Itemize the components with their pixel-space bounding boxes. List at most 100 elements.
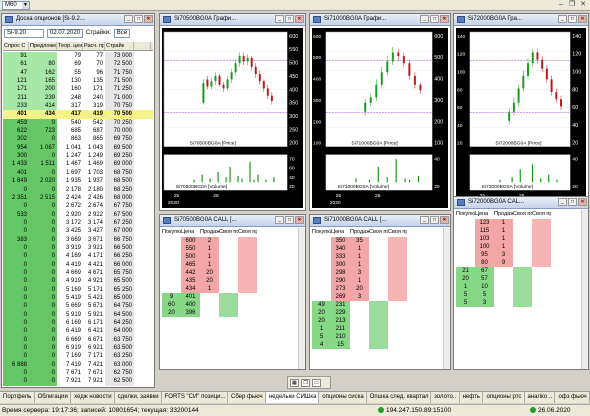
close-icon[interactable]: ✕ xyxy=(578,0,588,10)
minimize-button[interactable]: _ xyxy=(420,216,429,224)
table-row[interactable]: 00 4 669 4 671 65 750 xyxy=(3,268,153,278)
chart-canvas[interactable]: 600 500 400 300 200 100 600 500 400 300 200 100 40 20… xyxy=(312,28,448,208)
table-row[interactable]: 383 0 3 669 3 671 66 750 xyxy=(3,235,153,244)
minimize-all-icon[interactable]: ▭ xyxy=(312,379,321,387)
table-row[interactable]: 007 671 7 671 62 750 xyxy=(3,369,153,378)
window-title-bar[interactable]: Si72000BG0A CAL... _ □ ✕ xyxy=(454,197,588,209)
bid-row[interactable]: 1 10 xyxy=(456,283,586,291)
maximize-button[interactable]: □ xyxy=(134,15,143,23)
minimize-icon[interactable]: – xyxy=(556,0,566,10)
column-header[interactable]: Своя пр xyxy=(238,228,257,236)
ask-row[interactable]: 269 3 xyxy=(312,293,448,301)
table-row[interactable]: 00 2 178 2 180 68 250 xyxy=(3,185,153,194)
close-button[interactable]: ✕ xyxy=(440,216,449,224)
column-header[interactable]: Спрос С xyxy=(3,42,29,50)
table-row[interactable]: 533 0 2 920 2 922 67 500 xyxy=(3,210,153,219)
maximize-button[interactable]: □ xyxy=(430,15,439,23)
column-header[interactable]: Цена xyxy=(181,228,200,236)
column-header[interactable]: Своя пок xyxy=(369,228,388,236)
bid-row[interactable]: 55 xyxy=(456,291,586,299)
series-select[interactable]: Si-9.20 xyxy=(4,29,44,38)
bid-row[interactable]: 60 400 xyxy=(162,301,303,309)
column-header[interactable]: Цена xyxy=(331,228,350,236)
table-row[interactable]: 401 434 417 419 70 500 xyxy=(3,110,153,119)
scrollbar[interactable] xyxy=(298,228,305,369)
close-button[interactable]: ✕ xyxy=(578,198,587,206)
ask-row[interactable]: 600 2 xyxy=(162,237,303,245)
ask-row[interactable]: 300 1 xyxy=(312,261,448,269)
column-header[interactable]: Покупка xyxy=(312,228,331,236)
workspace-tab[interactable]: хедж новости xyxy=(71,392,115,403)
ask-row[interactable]: 273 20 xyxy=(312,285,448,293)
table-row[interactable]: 453 0 540 542 70 250 xyxy=(3,118,153,128)
column-header[interactable]: Продажа xyxy=(494,210,513,218)
minimize-button[interactable]: _ xyxy=(275,216,284,224)
table-row[interactable]: 00 5 919 5 921 64 500 xyxy=(3,310,153,319)
table-row[interactable]: 00 6 669 6 671 63 750 xyxy=(3,335,153,345)
table-row[interactable]: 1 433 1 511 1 467 1 469 69 000 xyxy=(3,160,153,169)
bid-row[interactable]: 53 xyxy=(456,299,586,307)
table-row[interactable]: 61 80 69 70 72 500 xyxy=(3,60,153,69)
table-row[interactable]: 00 4 919 4 921 65 500 xyxy=(3,277,153,286)
table-row[interactable]: 47 162 55 96 71 750 xyxy=(3,68,153,78)
table-row[interactable]: 233 414 317 319 70 750 xyxy=(3,102,153,111)
window-title-bar[interactable]: Si71000BG0A Графи... _ □ ✕ xyxy=(310,14,450,26)
ask-row[interactable]: 550 1 xyxy=(162,245,303,253)
bid-row[interactable]: 5 210 xyxy=(312,333,448,341)
table-row[interactable]: 401 0 1 697 1 703 68 750 xyxy=(3,168,153,178)
ask-row[interactable]: 435 20 xyxy=(162,277,303,285)
scrollbar[interactable] xyxy=(581,210,588,369)
ask-row[interactable]: 434 1 xyxy=(162,285,303,293)
date-field[interactable]: 02.07.2020 xyxy=(47,29,83,38)
table-row[interactable]: 00 6 169 6 171 64 250 xyxy=(3,319,153,328)
workspace-tab[interactable]: FORTS "СИ" позици... xyxy=(162,392,228,403)
column-header[interactable]: Страйк xyxy=(105,42,134,50)
window-title-bar[interactable]: Si71000BG0A CALL [... _ □ ✕ xyxy=(310,215,450,227)
table-row[interactable]: 211 239 248 240 71 000 xyxy=(3,93,153,103)
table-row[interactable]: 00 6 419 6 421 64 000 xyxy=(3,327,153,336)
table-row[interactable]: 00 7 169 7 171 63 250 xyxy=(3,352,153,361)
maximize-button[interactable]: □ xyxy=(430,216,439,224)
workspace-tab[interactable]: Портфель xyxy=(0,392,35,403)
column-header[interactable]: Теор. цена xyxy=(57,42,83,50)
workspace-tab[interactable]: аналко .. xyxy=(525,392,556,403)
bid-row[interactable]: 4 15 xyxy=(312,341,448,349)
maximize-button[interactable]: □ xyxy=(285,15,294,23)
table-row[interactable]: 6 888 0 7 419 7 421 63 000 xyxy=(3,360,153,370)
workspace-tab[interactable]: недельки СИШка xyxy=(265,392,320,403)
close-button[interactable]: ✕ xyxy=(578,15,587,23)
ask-row[interactable]: 298 3 xyxy=(312,269,448,277)
ask-row[interactable]: 80 9 xyxy=(456,259,586,267)
close-button[interactable]: ✕ xyxy=(295,216,304,224)
table-row[interactable]: 00 3 172 3 174 67 250 xyxy=(3,218,153,228)
table-row[interactable]: 302 0 863 865 69 750 xyxy=(3,135,153,144)
minimize-button[interactable]: _ xyxy=(275,15,284,23)
workspace-tab[interactable]: Опшка след. квартал xyxy=(367,392,432,403)
ask-row[interactable]: 100 1 xyxy=(456,243,586,251)
column-header[interactable]: Продажа xyxy=(350,228,369,236)
table-row[interactable]: 00 4 419 4 421 66 000 xyxy=(3,260,153,269)
chart-canvas[interactable]: 600 550 500 450 400 350 300 250 200 70 60 40 20 Si705… xyxy=(162,28,303,208)
chart-canvas[interactable]: 140 120 100 80 60 40 20 140 120 100 80 60 40 20 40 20 Si… xyxy=(456,28,586,208)
ask-row[interactable]: 442 20 xyxy=(162,269,303,277)
table-row[interactable]: 00 5 169 5 171 65 250 xyxy=(3,285,153,294)
table-row[interactable]: 91 79 77 73 000 xyxy=(3,52,153,61)
table-row[interactable]: 954 1 087 1 041 1 043 69 500 xyxy=(3,143,153,153)
workspace-tab[interactable]: золото.. xyxy=(431,392,460,403)
table-row[interactable]: 00 6 919 6 921 63 500 xyxy=(3,344,153,353)
bid-row[interactable]: 49 231 xyxy=(312,301,448,309)
chevron-down-icon[interactable]: ▼ xyxy=(22,2,29,9)
table-row[interactable]: 2 351 2 515 2 424 2 426 68 000 xyxy=(3,193,153,203)
ask-row[interactable]: 103 1 xyxy=(456,235,586,243)
maximize-button[interactable]: □ xyxy=(285,216,294,224)
workspace-tab[interactable]: Сбер фьюч xyxy=(228,392,266,403)
ask-row[interactable]: 500 1 xyxy=(162,253,303,261)
table-row[interactable]: 00 5 669 5 671 64 750 xyxy=(3,302,153,311)
ask-row[interactable]: 333 1 xyxy=(312,253,448,261)
table-row[interactable]: 00 3 919 3 921 66 500 xyxy=(3,243,153,253)
column-header[interactable]: Продажа xyxy=(200,228,219,236)
column-header[interactable]: Своя пок xyxy=(513,210,532,218)
ask-row[interactable]: 115 1 xyxy=(456,227,586,235)
bid-row[interactable]: 20 213 xyxy=(312,317,448,325)
window-title-bar[interactable]: Доска опционов [Si-9.2... _ □ ✕ xyxy=(2,14,154,26)
